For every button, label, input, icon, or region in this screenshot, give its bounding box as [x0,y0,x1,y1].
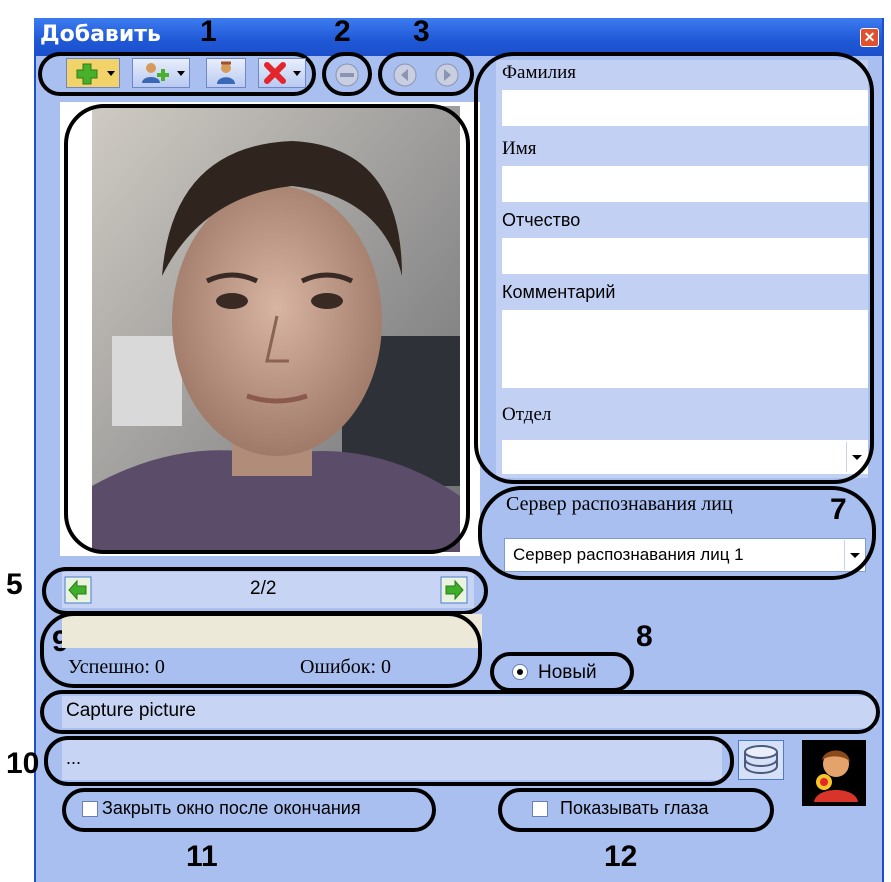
add-button[interactable] [66,58,120,88]
window-title: Добавить [40,22,161,47]
person-button[interactable] [206,58,246,88]
person-add-icon [142,63,185,83]
prev-photo-button[interactable] [64,576,92,604]
next-photo-button[interactable] [440,576,468,604]
callout-1: 1 [200,15,217,48]
photo-counter: 2/2 [250,578,277,599]
show-eyes-checkbox[interactable] [532,801,548,817]
success-count: Успешно: 0 [68,656,165,678]
avatar[interactable] [802,740,866,806]
forward-button[interactable] [432,62,462,88]
capture-callout-oval [40,690,880,734]
callout-8: 8 [636,620,653,653]
delete-button[interactable] [258,58,306,88]
add-person-button[interactable] [132,58,190,88]
arrow-right-green-icon [440,576,468,604]
close-button[interactable]: ✕ [860,28,879,47]
form-callout-oval [474,52,874,484]
path-callout-oval [44,736,734,786]
close-after-label: Закрыть окно после окончания [102,798,361,818]
callout-10: 10 [6,747,40,780]
minus-icon [335,63,359,87]
remove-photo-button[interactable] [332,62,362,88]
arrow-left-icon [393,63,417,87]
user-avatar-icon [814,750,858,802]
error-count: Ошибок: 0 [300,656,391,678]
server-callout-oval [478,486,876,580]
new-radio-dot [517,669,523,675]
new-radio[interactable] [512,664,528,680]
photo-callout-oval [64,104,470,554]
database-icon [744,745,778,775]
arrow-right-icon [435,63,459,87]
browse-button[interactable] [738,740,784,780]
callout-12: 12 [604,840,638,873]
close-after-checkbox[interactable] [82,801,98,817]
callout-5: 5 [6,568,23,601]
plus-icon [67,59,119,87]
back-button[interactable] [390,62,420,88]
show-eyes-label: Показывать глаза [560,798,709,818]
arrow-left-green-icon [64,576,92,604]
delete-icon [264,62,301,84]
title-bar[interactable] [34,18,882,56]
callout-2: 2 [334,15,351,48]
callout-3: 3 [413,15,430,48]
person-icon [217,61,235,84]
callout-11: 11 [186,840,218,873]
new-radio-label: Новый [538,662,597,683]
